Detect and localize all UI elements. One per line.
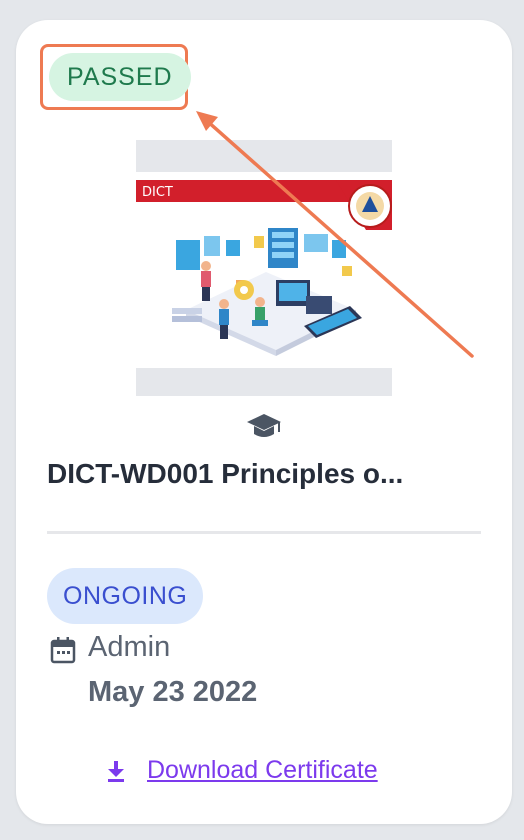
ongoing-status-badge: ONGOING bbox=[47, 568, 204, 624]
download-certificate-link[interactable]: Download Certificate bbox=[106, 756, 378, 785]
course-title[interactable]: DICT-WD001 Principles o... bbox=[47, 458, 481, 490]
passed-status-badge: PASSED bbox=[49, 53, 191, 101]
calendar-icon bbox=[50, 637, 76, 664]
course-card[interactable]: PASSED DICT DICT-WD001 Principles o... O… bbox=[16, 20, 512, 824]
passed-highlight-box: PASSED bbox=[40, 44, 191, 110]
thumbnail-banner-text: DICT bbox=[142, 185, 173, 200]
graduation-cap-icon bbox=[247, 414, 281, 437]
divider bbox=[47, 531, 481, 534]
download-certificate-label: Download Certificate bbox=[147, 756, 378, 784]
course-thumbnail-illustration: DICT bbox=[136, 140, 392, 396]
download-icon bbox=[108, 760, 124, 782]
course-thumbnail[interactable]: DICT bbox=[136, 140, 392, 396]
course-date: May 23 2022 bbox=[88, 676, 258, 708]
screen-panel bbox=[176, 240, 200, 270]
author-label: Admin bbox=[88, 631, 171, 663]
